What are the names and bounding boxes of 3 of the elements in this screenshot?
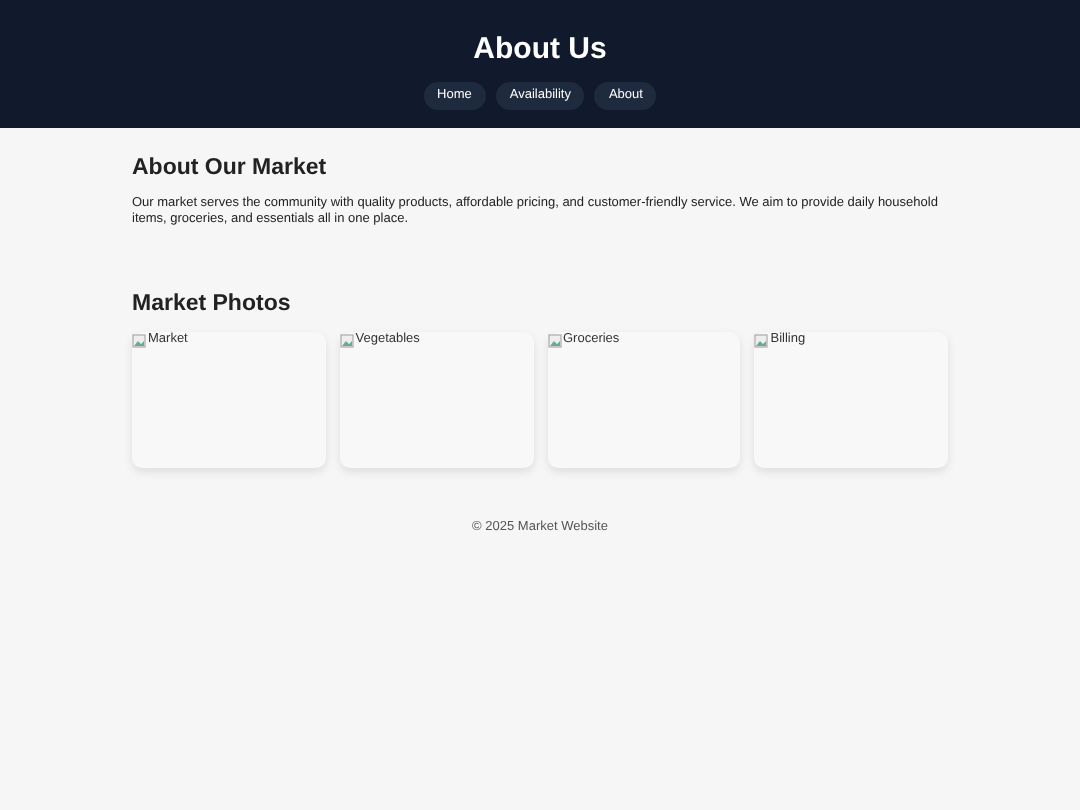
section-heading: About Our Market (132, 154, 329, 182)
page-title: About Us (471, 32, 609, 68)
section-heading: Market Photos (132, 290, 293, 318)
